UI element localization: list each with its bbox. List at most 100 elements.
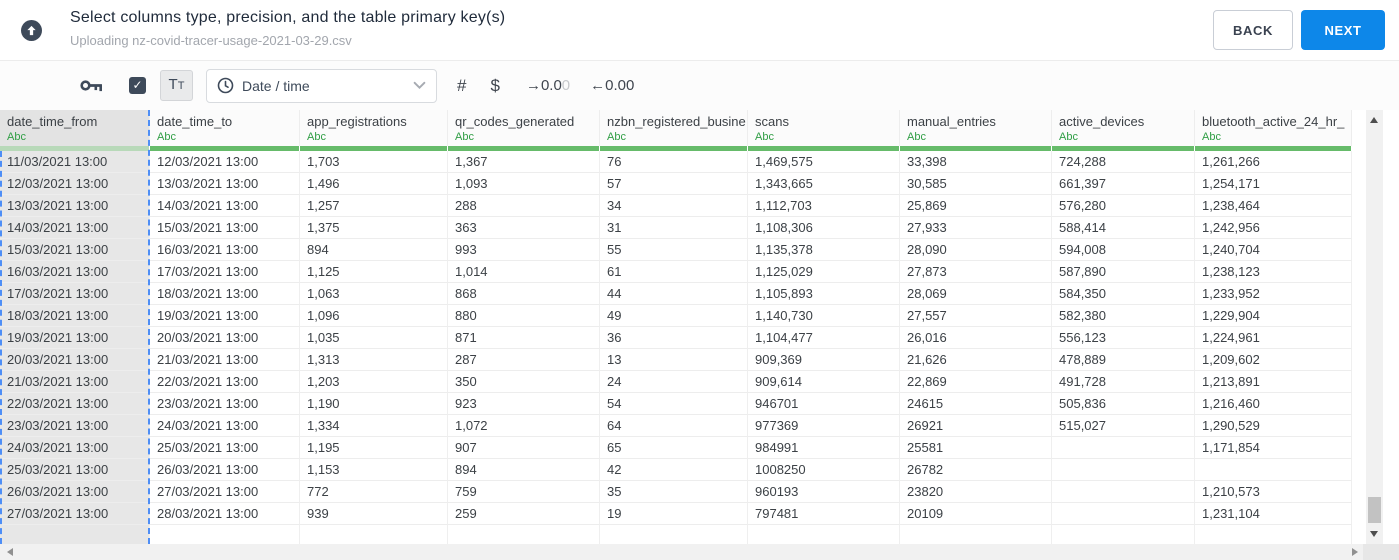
table-cell: 64 bbox=[600, 415, 748, 437]
table-cell: 16/03/2021 13:00 bbox=[0, 261, 150, 283]
table-cell: 27,933 bbox=[900, 217, 1052, 239]
horizontal-scrollbar[interactable] bbox=[0, 544, 1399, 560]
back-button[interactable]: BACK bbox=[1213, 10, 1293, 50]
table-cell: 1,135,378 bbox=[748, 239, 900, 261]
table-row: 21/03/2021 13:00 22/03/2021 13:00 1,203 350… bbox=[0, 371, 1352, 393]
decimal-decrease-button[interactable]: →0.00 bbox=[526, 77, 570, 94]
table-row: 27/03/2021 13:00 28/03/2021 13:00 939 259 19… bbox=[0, 503, 1352, 525]
table-cell: 587,890 bbox=[1052, 261, 1195, 283]
scroll-down-icon[interactable] bbox=[1370, 531, 1378, 537]
column-name: bluetooth_active_24_hr_ bbox=[1202, 114, 1345, 129]
table-cell: 1,242,956 bbox=[1195, 217, 1352, 239]
table-cell: 759 bbox=[448, 481, 600, 503]
table-cell: 259 bbox=[448, 503, 600, 525]
scroll-right-icon[interactable] bbox=[1352, 548, 1358, 556]
column-type-label: Abc bbox=[755, 131, 774, 143]
column-header-active_devices[interactable]: active_devices Abc bbox=[1052, 110, 1195, 146]
table-cell: 984991 bbox=[748, 437, 900, 459]
vertical-scrollbar-thumb[interactable] bbox=[1368, 497, 1381, 523]
column-header-manual_entries[interactable]: manual_entries Abc bbox=[900, 110, 1052, 146]
primary-key-button[interactable] bbox=[80, 78, 103, 93]
table-cell: 57 bbox=[600, 173, 748, 195]
column-type-select[interactable]: Date / time bbox=[206, 68, 437, 103]
table-cell: 25/03/2021 13:00 bbox=[150, 437, 300, 459]
table-cell: 960193 bbox=[748, 481, 900, 503]
table-cell: 20109 bbox=[900, 503, 1052, 525]
table-row: 12/03/2021 13:00 13/03/2021 13:00 1,496 1,0… bbox=[0, 173, 1352, 195]
column-header-date_time_to[interactable]: date_time_to Abc bbox=[150, 110, 300, 146]
next-button[interactable]: NEXT bbox=[1301, 10, 1385, 50]
table-cell: 28/03/2021 13:00 bbox=[150, 503, 300, 525]
column-header-scans[interactable]: scans Abc bbox=[748, 110, 900, 146]
column-name: date_time_from bbox=[7, 114, 98, 129]
table-cell: 1,014 bbox=[448, 261, 600, 283]
table-cell: 939 bbox=[300, 503, 448, 525]
column-type-label: Abc bbox=[157, 131, 176, 143]
table-cell: 27/03/2021 13:00 bbox=[0, 503, 150, 525]
table-cell: 588,414 bbox=[1052, 217, 1195, 239]
table-cell: 582,380 bbox=[1052, 305, 1195, 327]
table-cell: 26/03/2021 13:00 bbox=[150, 459, 300, 481]
check-icon: ✓ bbox=[132, 78, 143, 92]
table-cell: 12/03/2021 13:00 bbox=[150, 151, 300, 173]
table-cell: 55 bbox=[600, 239, 748, 261]
table-cell: 31 bbox=[600, 217, 748, 239]
table-cell: 1,375 bbox=[300, 217, 448, 239]
currency-type-button[interactable]: $ bbox=[490, 76, 499, 96]
scroll-left-icon[interactable] bbox=[7, 548, 13, 556]
table-cell: 14/03/2021 13:00 bbox=[0, 217, 150, 239]
column-type-label: Abc bbox=[1202, 131, 1221, 143]
table-cell: 49 bbox=[600, 305, 748, 327]
table-cell: 17/03/2021 13:00 bbox=[150, 261, 300, 283]
table-cell: 34 bbox=[600, 195, 748, 217]
table-cell: 1,290,529 bbox=[1195, 415, 1352, 437]
table-cell: 515,027 bbox=[1052, 415, 1195, 437]
table-cell bbox=[1195, 525, 1352, 544]
table-cell: 1,213,891 bbox=[1195, 371, 1352, 393]
table-cell: 27/03/2021 13:00 bbox=[150, 481, 300, 503]
scroll-up-icon[interactable] bbox=[1370, 117, 1378, 123]
column-type-label: Abc bbox=[607, 131, 626, 143]
table-cell: 1,171,854 bbox=[1195, 437, 1352, 459]
table-cell bbox=[1052, 459, 1195, 481]
table-cell: 22/03/2021 13:00 bbox=[0, 393, 150, 415]
column-header-bluetooth_active_24_hr_[interactable]: bluetooth_active_24_hr_ Abc bbox=[1195, 110, 1352, 146]
table-cell: 1,210,573 bbox=[1195, 481, 1352, 503]
table-cell: 1,093 bbox=[448, 173, 600, 195]
table-cell: 1,125,029 bbox=[748, 261, 900, 283]
table-cell: 21/03/2021 13:00 bbox=[0, 371, 150, 393]
table-cell: 14/03/2021 13:00 bbox=[150, 195, 300, 217]
table-cell: 1,703 bbox=[300, 151, 448, 173]
column-header-date_time_from[interactable]: date_time_from Abc bbox=[0, 110, 150, 146]
table-row: 19/03/2021 13:00 20/03/2021 13:00 1,035 871… bbox=[0, 327, 1352, 349]
table-cell: 505,836 bbox=[1052, 393, 1195, 415]
table-cell: 11/03/2021 13:00 bbox=[0, 151, 150, 173]
include-column-checkbox[interactable]: ✓ bbox=[129, 77, 146, 94]
vertical-scrollbar[interactable] bbox=[1366, 110, 1383, 544]
table-header-row: date_time_from Abc date_time_to Abc app_regi… bbox=[0, 110, 1352, 146]
table-cell: 1,224,961 bbox=[1195, 327, 1352, 349]
table-cell: 15/03/2021 13:00 bbox=[0, 239, 150, 261]
table-row: 16/03/2021 13:00 17/03/2021 13:00 1,125 1,0… bbox=[0, 261, 1352, 283]
table-cell: 27,557 bbox=[900, 305, 1052, 327]
text-type-button[interactable]: TT bbox=[160, 70, 193, 101]
table-cell: 1,209,602 bbox=[1195, 349, 1352, 371]
table-cell: 18/03/2021 13:00 bbox=[150, 283, 300, 305]
table-cell: 1,229,904 bbox=[1195, 305, 1352, 327]
column-header-nzbn_registered_busine[interactable]: nzbn_registered_busine Abc bbox=[600, 110, 748, 146]
column-type-label: Abc bbox=[907, 131, 926, 143]
column-header-app_registrations[interactable]: app_registrations Abc bbox=[300, 110, 448, 146]
table-cell: 288 bbox=[448, 195, 600, 217]
table-cell: 1,063 bbox=[300, 283, 448, 305]
table-cell: 576,280 bbox=[1052, 195, 1195, 217]
table-cell: 556,123 bbox=[1052, 327, 1195, 349]
table-cell: 13/03/2021 13:00 bbox=[150, 173, 300, 195]
table-cell: 907 bbox=[448, 437, 600, 459]
table-cell: 1,105,893 bbox=[748, 283, 900, 305]
decimal-increase-button[interactable]: ←0.00 bbox=[590, 77, 634, 94]
table-cell: 33,398 bbox=[900, 151, 1052, 173]
column-header-qr_codes_generated[interactable]: qr_codes_generated Abc bbox=[448, 110, 600, 146]
table-row: 22/03/2021 13:00 23/03/2021 13:00 1,190 923… bbox=[0, 393, 1352, 415]
number-type-button[interactable]: # bbox=[457, 76, 466, 96]
table-cell: 287 bbox=[448, 349, 600, 371]
